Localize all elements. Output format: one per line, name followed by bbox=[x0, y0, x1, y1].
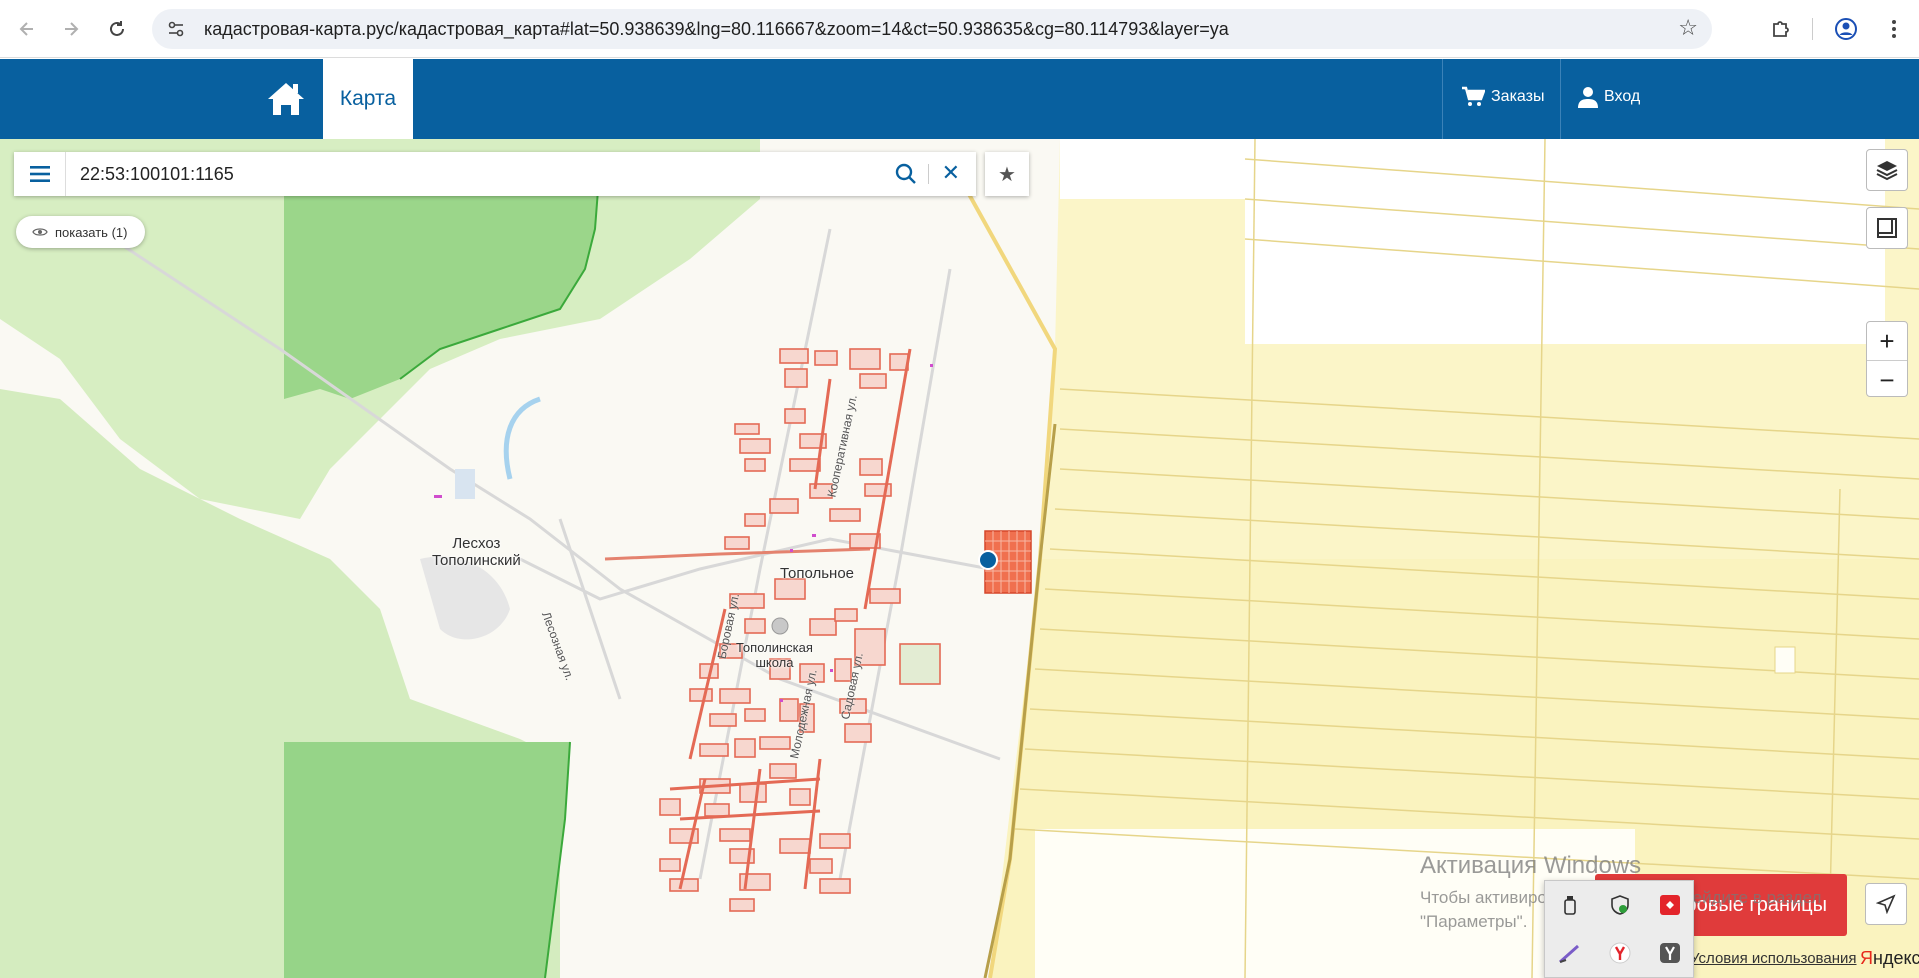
browser-toolbar: кадастровая-карта.рус/кадастровая_карта#… bbox=[0, 0, 1919, 58]
favorites-button[interactable]: ★ bbox=[985, 152, 1029, 196]
location-marker[interactable] bbox=[978, 550, 998, 570]
zoom-in-button[interactable]: + bbox=[1867, 322, 1907, 360]
label-leskhoz: Лесхоз Тополинский bbox=[432, 535, 521, 569]
arrow-right-icon bbox=[65, 22, 79, 36]
village-parcels bbox=[659, 348, 941, 912]
orders-label: Заказы bbox=[1491, 88, 1545, 105]
zoom-out-button[interactable]: − bbox=[1867, 361, 1907, 399]
back-button[interactable] bbox=[12, 14, 42, 44]
search-panel: ✕ bbox=[14, 152, 976, 196]
zoom-control: + − bbox=[1866, 321, 1908, 397]
layers-icon bbox=[1876, 161, 1898, 181]
yandex-app-icon[interactable] bbox=[1645, 929, 1695, 977]
cart-icon bbox=[1462, 86, 1485, 106]
home-button[interactable] bbox=[262, 75, 310, 123]
search-button[interactable] bbox=[894, 162, 918, 186]
user-icon bbox=[1578, 87, 1598, 108]
tab-map[interactable]: Карта bbox=[323, 59, 413, 139]
terms-link[interactable]: Условия использования bbox=[1690, 950, 1857, 967]
address-bar[interactable]: кадастровая-карта.рус/кадастровая_карта#… bbox=[152, 9, 1712, 49]
site-settings-icon[interactable] bbox=[162, 15, 190, 43]
water-area bbox=[455, 469, 475, 499]
close-icon[interactable]: ✕ bbox=[942, 160, 960, 186]
show-results-label: показать (1) bbox=[55, 224, 128, 240]
orders-link[interactable]: Заказы bbox=[1461, 86, 1544, 108]
security-shield-icon[interactable] bbox=[1595, 881, 1645, 929]
village-road-red bbox=[604, 547, 871, 561]
arrow-left-icon bbox=[19, 22, 33, 36]
forward-button[interactable] bbox=[56, 14, 86, 44]
forest-area bbox=[284, 742, 570, 978]
navigation-arrow-icon bbox=[1876, 894, 1896, 914]
home-icon bbox=[268, 83, 304, 115]
yandex-logo-rest: ндекс bbox=[1873, 948, 1919, 968]
profile-icon[interactable] bbox=[1830, 13, 1862, 45]
layers-button[interactable] bbox=[1866, 149, 1908, 191]
star-icon: ★ bbox=[998, 163, 1016, 186]
locate-button[interactable] bbox=[1865, 883, 1907, 925]
search-icon bbox=[895, 163, 916, 184]
search-input[interactable] bbox=[80, 163, 880, 185]
eye-icon bbox=[32, 228, 48, 236]
reload-icon bbox=[110, 21, 124, 36]
site-header: Карта Заказы Вход bbox=[0, 59, 1919, 139]
puzzle-icon[interactable] bbox=[1765, 13, 1797, 45]
usb-icon[interactable] bbox=[1545, 881, 1595, 929]
header-divider bbox=[1442, 59, 1443, 139]
hamburger-icon bbox=[29, 166, 50, 182]
ruler-icon bbox=[1877, 218, 1897, 238]
anydesk-icon[interactable] bbox=[1645, 881, 1695, 929]
tile-blank bbox=[1565, 139, 1885, 344]
activation-title: Активация Windows bbox=[1420, 852, 1642, 879]
yandex-logo-first: Я bbox=[1860, 948, 1873, 968]
menu-button[interactable] bbox=[14, 152, 66, 196]
pen-icon[interactable] bbox=[1545, 929, 1595, 977]
search-divider bbox=[928, 164, 929, 184]
system-tray-popup bbox=[1544, 880, 1694, 978]
kebab-menu-icon[interactable] bbox=[1878, 13, 1910, 45]
river bbox=[503, 396, 541, 480]
show-results-button[interactable]: показать (1) bbox=[16, 216, 146, 248]
label-school: Тополинская школа bbox=[736, 640, 813, 670]
login-link[interactable]: Вход bbox=[1578, 86, 1640, 108]
field-parcel bbox=[1774, 646, 1796, 674]
url-text[interactable]: кадастровая-карта.рус/кадастровая_карта#… bbox=[204, 19, 1229, 40]
reload-button[interactable] bbox=[102, 14, 132, 44]
yandex-browser-icon[interactable] bbox=[1595, 929, 1645, 977]
toolbar-divider bbox=[1812, 18, 1813, 40]
header-divider bbox=[1560, 59, 1561, 139]
tile-blank bbox=[1060, 139, 1245, 199]
school-icon bbox=[771, 617, 789, 635]
star-icon[interactable]: ☆ bbox=[1678, 15, 1698, 41]
login-label: Вход bbox=[1604, 88, 1641, 105]
yandex-logo: Яндекс bbox=[1860, 948, 1919, 969]
label-village: Топольное bbox=[780, 565, 855, 582]
ruler-button[interactable] bbox=[1866, 207, 1908, 249]
